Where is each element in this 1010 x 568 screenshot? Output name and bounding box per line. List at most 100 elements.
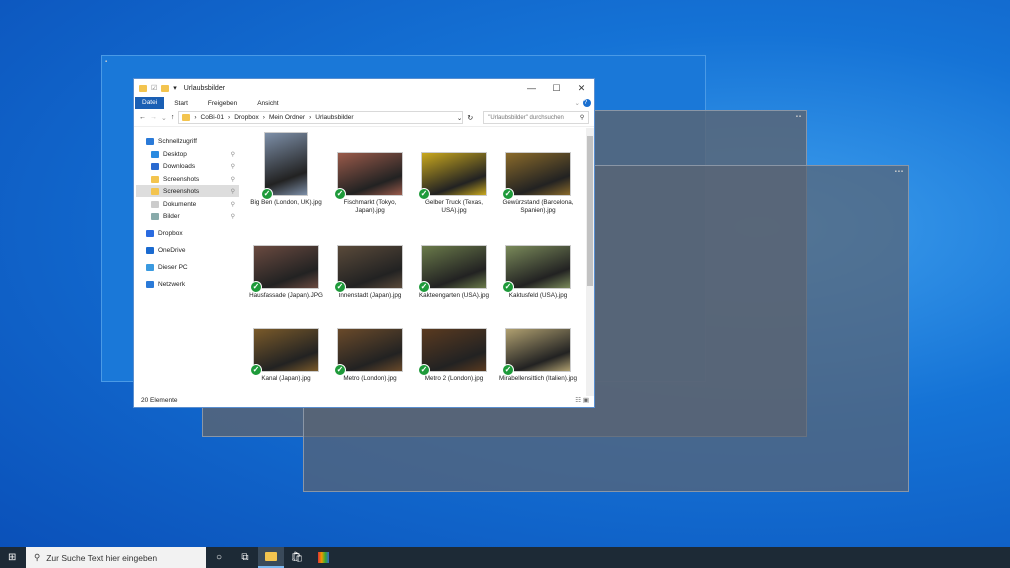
expand-ribbon-icon[interactable]: ⌄	[572, 99, 583, 107]
breadcrumb-sep: ›	[194, 114, 197, 121]
view-toggle-icons[interactable]: ☷ ▣	[575, 395, 589, 407]
file-item[interactable]: ✓ Hausfassade (Japan).JPG	[246, 245, 326, 300]
sidebar-item[interactable]: Bilder ⚲	[136, 210, 239, 222]
file-item[interactable]: ✓ Metro (London).jpg	[330, 328, 410, 383]
sidebar-item[interactable]: Screenshots ⚲	[136, 185, 239, 197]
image-thumbnail: ✓	[250, 245, 319, 293]
scrollbar-thumb[interactable]	[587, 136, 593, 286]
image-thumbnail: ✓	[418, 152, 487, 200]
file-item[interactable]: ✓ Innenstadt (Japan).jpg	[330, 245, 410, 300]
new-folder-icon[interactable]	[161, 84, 170, 92]
image-thumbnail: ✓	[334, 245, 403, 293]
pin-icon[interactable]: ⚲	[231, 176, 235, 183]
file-name: Big Ben (London, UK).jpg	[250, 199, 322, 206]
sidebar-item[interactable]: Screenshots ⚲	[136, 173, 239, 185]
sidebar-item-label: Netzwerk	[158, 280, 186, 288]
file-item[interactable]: ✓ Metro 2 (London).jpg	[414, 328, 494, 383]
sync-check-icon: ✓	[418, 364, 430, 376]
breadcrumb-item[interactable]: Urlaubsbilder	[315, 114, 353, 121]
up-icon[interactable]: ↑	[171, 114, 175, 121]
tab-datei[interactable]: Datei	[135, 97, 165, 109]
image-thumbnail: ✓	[334, 152, 403, 200]
windows-start-icon[interactable]: ⊞	[8, 552, 16, 563]
tab-freigeben[interactable]: Freigeben	[198, 100, 247, 107]
quick-access-dropdown-icon[interactable]: ▾	[173, 84, 177, 92]
sidebar-item-label: OneDrive	[158, 246, 186, 254]
file-item[interactable]: ✓ Big Ben (London, UK).jpg	[246, 132, 326, 207]
taskbar-search-input[interactable]: ⚲ Zur Suche Text hier eingeben	[26, 547, 206, 568]
sync-check-icon: ✓	[250, 364, 262, 376]
maximize-button[interactable]: ☐	[544, 79, 569, 97]
back-icon[interactable]: ←	[139, 114, 146, 121]
address-bar[interactable]: › CoBi-01 › Dropbox › Mein Ordner › Urlaubsb…	[178, 111, 464, 124]
file-item[interactable]: ✓ Kakteengarten (USA).jpg	[414, 245, 494, 300]
sidebar-item-label: Dropbox	[158, 229, 183, 237]
item-count: 20 Elemente	[141, 397, 178, 404]
store-icon[interactable]: 🛍	[284, 547, 310, 568]
sidebar-item[interactable]: Dieser PC	[136, 261, 239, 273]
minimize-button[interactable]: —	[519, 79, 544, 97]
properties-icon[interactable]: ☑	[151, 84, 157, 92]
breadcrumb-sep: ›	[309, 114, 312, 121]
pin-icon[interactable]: ⚲	[231, 151, 235, 158]
cortana-icon[interactable]: ○	[206, 547, 232, 568]
forward-icon[interactable]: →	[150, 114, 157, 121]
window-icon: ▪	[105, 59, 109, 65]
close-button[interactable]: ✕	[569, 79, 594, 97]
sync-check-icon: ✓	[418, 281, 430, 293]
network-icon	[146, 280, 154, 288]
vertical-scrollbar[interactable]	[586, 128, 594, 396]
tab-start[interactable]: Start	[164, 100, 198, 107]
breadcrumb-sep: ›	[228, 114, 231, 121]
star-icon	[146, 137, 154, 145]
search-placeholder: "Urlaubsbilder" durchsuchen	[488, 114, 564, 121]
file-item[interactable]: ✓ Kaktusfeld (USA).jpg	[498, 245, 578, 300]
image-thumbnail: ✓	[250, 328, 319, 376]
sidebar-item[interactable]: Dokumente ⚲	[136, 198, 239, 210]
file-item[interactable]: ✓ Fischmarkt (Tokyo, Japan).jpg	[330, 132, 410, 215]
sync-check-icon: ✓	[502, 281, 514, 293]
file-name: Kaktusfeld (USA).jpg	[508, 292, 568, 299]
tab-ansicht[interactable]: Ansicht	[247, 100, 288, 107]
pin-icon[interactable]: ⚲	[231, 213, 235, 220]
file-item[interactable]: ✓ Gelber Truck (Texas, USA).jpg	[414, 132, 494, 215]
cloud-icon	[146, 246, 154, 254]
sync-check-icon: ✓	[261, 188, 273, 200]
breadcrumb-item[interactable]: Mein Ordner	[269, 114, 305, 121]
file-grid: ✓ Big Ben (London, UK).jpg ✓ Fischmarkt (To…	[240, 128, 586, 396]
search-placeholder: Zur Suche Text hier eingeben	[46, 552, 158, 563]
image-thumbnail: ✓	[334, 328, 403, 376]
image-thumbnail: ✓	[261, 132, 308, 200]
pin-icon[interactable]: ⚲	[231, 188, 235, 195]
image-thumbnail: ✓	[502, 245, 571, 293]
sync-check-icon: ✓	[334, 364, 346, 376]
file-name: Hausfassade (Japan).JPG	[249, 292, 323, 299]
sidebar-item[interactable]: Schnellzugriff	[136, 135, 239, 147]
app-icon[interactable]	[310, 547, 336, 568]
sidebar-item[interactable]: Desktop ⚲	[136, 148, 239, 160]
sync-check-icon: ✓	[502, 364, 514, 376]
address-dropdown-icon[interactable]: ⌄	[457, 114, 462, 122]
sidebar-item[interactable]: OneDrive	[136, 244, 239, 256]
breadcrumb-item[interactable]: CoBi-01	[201, 114, 224, 121]
sidebar-item[interactable]: Downloads ⚲	[136, 160, 239, 172]
help-icon[interactable]: ?	[583, 99, 591, 107]
file-item[interactable]: ✓ Mirabellensittich (Italien).jpg	[498, 328, 578, 383]
pin-icon[interactable]: ⚲	[231, 201, 235, 208]
file-item[interactable]: ✓ Gewürzstand (Barcelona, Spanien).jpg	[498, 132, 578, 215]
task-view-icon[interactable]: ⧉	[232, 547, 258, 568]
recent-dropdown-icon[interactable]: ⌄	[161, 114, 167, 122]
file-item[interactable]: ✓ Kanal (Japan).jpg	[246, 328, 326, 383]
file-explorer-taskbar-icon[interactable]	[258, 547, 284, 568]
refresh-icon[interactable]: ↻	[467, 114, 473, 122]
search-input[interactable]: "Urlaubsbilder" durchsuchen ⚲	[483, 111, 590, 124]
pin-icon[interactable]: ⚲	[231, 163, 235, 170]
sidebar-item-label: Screenshots	[163, 187, 200, 195]
navigation-pane: Schnellzugriff Desktop ⚲ Downloads ⚲ Screensh…	[134, 128, 240, 396]
sidebar-item[interactable]: Netzwerk	[136, 278, 239, 290]
breadcrumb-item[interactable]: Dropbox	[234, 114, 259, 121]
sync-check-icon: ✓	[334, 188, 346, 200]
sidebar-item[interactable]: Dropbox	[136, 227, 239, 239]
file-explorer-window: ☑ ▾ Urlaubsbilder — ☐ ✕ Datei Start Frei…	[133, 78, 595, 408]
search-icon: ⚲	[579, 115, 585, 121]
